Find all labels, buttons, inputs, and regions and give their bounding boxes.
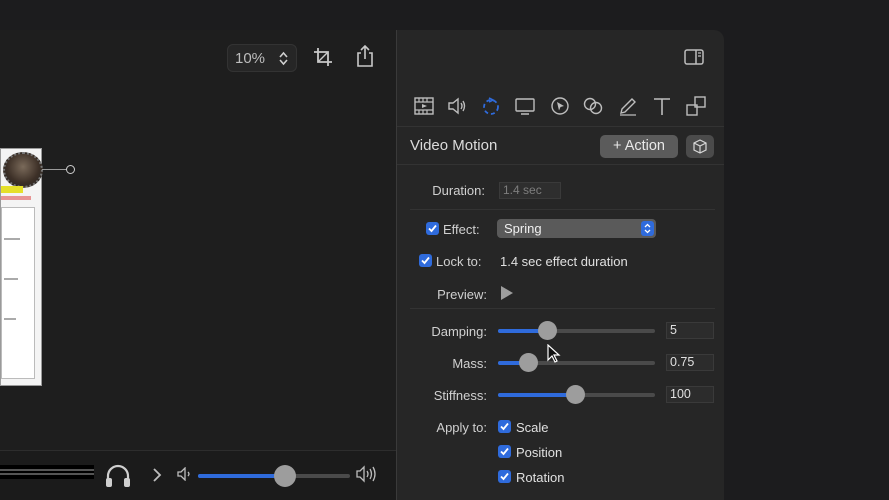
caption-line [1, 196, 31, 200]
volume-fill [198, 474, 285, 478]
lock-label: Lock to: [436, 254, 482, 269]
inspector-title: Video Motion [410, 137, 498, 154]
headphones-icon[interactable] [105, 464, 131, 488]
cube-icon [693, 139, 707, 154]
mass-slider[interactable] [498, 353, 655, 372]
audio-icon[interactable] [447, 96, 467, 116]
crop-icon[interactable] [313, 47, 333, 67]
volume-knob[interactable] [273, 465, 296, 487]
chevron-updown-icon [641, 221, 654, 236]
effect-checkbox[interactable] [426, 222, 439, 235]
app-window: 10% Video Motion + Action Duration: 1.4 … [0, 30, 724, 500]
filters-icon[interactable] [583, 96, 603, 116]
position-label: Position [516, 445, 563, 460]
position-checkbox[interactable] [498, 445, 511, 458]
damping-slider[interactable] [498, 321, 655, 340]
text-icon[interactable] [652, 96, 672, 116]
playback-bar [0, 450, 396, 500]
scale-label: Scale [516, 420, 549, 435]
section-divider [410, 209, 715, 210]
cube-button[interactable] [686, 135, 714, 158]
damping-knob[interactable] [537, 321, 557, 340]
section-divider [397, 164, 724, 165]
volume-slider[interactable] [198, 465, 350, 487]
damping-field[interactable]: 5 [666, 322, 714, 339]
mass-field[interactable]: 0.75 [666, 354, 714, 371]
highlight-tag [1, 186, 23, 193]
screen-icon[interactable] [515, 96, 535, 116]
video-preview-frame[interactable] [0, 148, 43, 386]
duration-field: 1.4 sec [499, 182, 561, 199]
animation-icon[interactable] [481, 96, 501, 116]
tabbar-divider [397, 126, 724, 127]
stepper-icon[interactable] [279, 51, 288, 66]
effect-select[interactable]: Spring [497, 219, 656, 238]
audio-waveform[interactable] [0, 465, 94, 479]
stiffness-fill [498, 393, 575, 397]
stiffness-slider[interactable] [498, 385, 655, 404]
share-icon[interactable] [356, 45, 374, 67]
inspector-panel: Video Motion + Action Duration: 1.4 sec … [396, 30, 724, 500]
video-icon[interactable] [414, 96, 434, 116]
zoom-control[interactable]: 10% [227, 44, 297, 72]
duration-label: Duration: [432, 183, 485, 198]
rotation-checkbox[interactable] [498, 470, 511, 483]
scale-checkbox[interactable] [498, 420, 511, 433]
mouse-pointer-icon [547, 344, 561, 363]
transform-icon[interactable] [686, 96, 706, 116]
annotation-icon[interactable] [618, 96, 638, 116]
rotation-label: Rotation [516, 470, 565, 485]
avatar [3, 152, 43, 188]
mass-label: Mass: [452, 356, 487, 371]
cursor-icon[interactable] [550, 96, 570, 116]
effect-select-value: Spring [504, 221, 542, 236]
mass-knob[interactable] [518, 353, 538, 372]
apply-label: Apply to: [436, 420, 487, 435]
stiffness-field[interactable]: 100 [666, 386, 714, 403]
preview-label: Preview: [437, 287, 487, 302]
preview-card [1, 207, 35, 379]
volume-high-icon [356, 465, 376, 483]
stiffness-label: Stiffness: [433, 388, 487, 403]
lock-value: 1.4 sec effect duration [500, 254, 628, 269]
add-action-button[interactable]: + Action [600, 135, 678, 158]
stiffness-knob[interactable] [565, 385, 585, 404]
lock-checkbox[interactable] [419, 254, 432, 267]
damping-label: Damping: [431, 324, 487, 339]
motion-path-handle[interactable] [66, 165, 75, 174]
volume-low-icon [177, 467, 190, 481]
effect-label: Effect: [443, 222, 480, 237]
chevron-right-icon[interactable] [152, 468, 162, 482]
section-divider [410, 308, 715, 309]
sidebar-right-icon[interactable] [684, 49, 704, 65]
zoom-value: 10% [235, 50, 266, 67]
canvas-area[interactable]: 10% [0, 30, 396, 450]
play-icon[interactable] [500, 285, 514, 301]
